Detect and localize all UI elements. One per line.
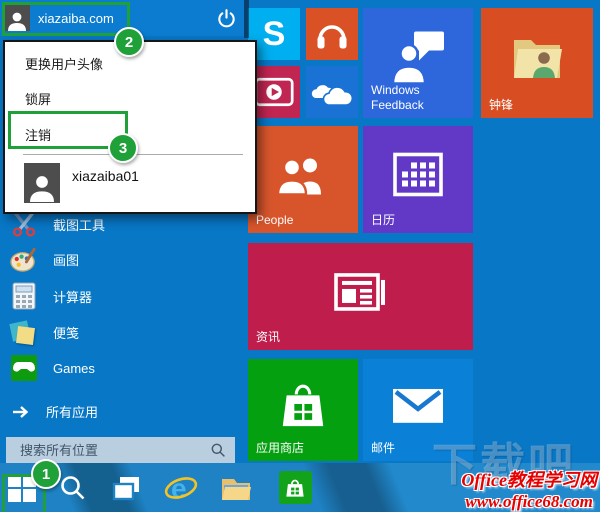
video-player-icon — [254, 77, 294, 107]
store-button[interactable] — [276, 463, 314, 512]
power-icon — [217, 8, 235, 27]
person-icon — [30, 176, 54, 202]
annotation-box-user — [2, 2, 130, 36]
task-view-button[interactable] — [108, 463, 144, 512]
tile-people[interactable]: People — [248, 126, 358, 233]
tile-label: Windows Feedback — [371, 83, 424, 112]
app-item-games[interactable]: Games — [10, 352, 95, 384]
sticky-notes-icon — [9, 319, 37, 346]
skype-icon: S — [262, 15, 286, 53]
start-menu-screen: xiazaiba.com 截图工具 画图 计算器 便笺 Games 所有应用 搜… — [0, 0, 600, 512]
site-watermark: Office教程学习网 www.office68.com — [461, 466, 597, 512]
internet-explorer-button[interactable]: e — [162, 463, 200, 512]
tile-user-folder[interactable]: 钟锋 — [481, 8, 593, 118]
search-icon — [60, 476, 84, 500]
tile-news[interactable]: 资讯 — [248, 243, 473, 350]
search-icon — [211, 443, 225, 457]
snipping-tool-icon — [10, 211, 37, 238]
panel-edge-shadow — [244, 0, 249, 38]
tile-label: 钟锋 — [489, 98, 514, 112]
menu-item-lock[interactable]: 锁屏 — [25, 89, 51, 108]
calculator-icon — [10, 282, 37, 310]
paint-icon — [10, 246, 37, 273]
app-item-label: 画图 — [53, 252, 80, 268]
app-item-sticky-notes[interactable]: 便笺 — [9, 316, 80, 348]
annotation-step-3: 3 — [108, 133, 138, 163]
tile-windows-feedback[interactable]: Windows Feedback — [363, 8, 473, 118]
user-folder-icon — [514, 40, 562, 78]
menu-item-other-account[interactable]: xiazaiba01 — [24, 163, 139, 203]
folder-icon — [222, 479, 251, 500]
all-apps-label: 所有应用 — [46, 405, 99, 420]
tile-label: 应用商店 — [256, 441, 305, 455]
tile-label: 日历 — [371, 213, 396, 227]
games-icon — [10, 355, 37, 382]
app-item-label: 计算器 — [53, 289, 93, 305]
task-view-icon — [112, 476, 139, 500]
tile-label: 资讯 — [256, 330, 281, 344]
tile-calendar[interactable]: 日历 — [363, 126, 473, 233]
app-item-calculator[interactable]: 计算器 — [10, 280, 92, 312]
all-apps-button[interactable]: 所有应用 — [12, 402, 98, 421]
app-item-label: 便笺 — [53, 325, 80, 341]
store-icon — [278, 471, 312, 504]
onedrive-icon — [311, 85, 353, 106]
menu-item-change-picture[interactable]: 更换用户头像 — [25, 54, 103, 73]
annotation-step-2: 2 — [114, 27, 144, 57]
tile-store[interactable]: 应用商店 — [248, 359, 358, 461]
power-button[interactable] — [212, 5, 240, 31]
watermark-line2: www.office68.com — [465, 492, 593, 511]
tile-label: People — [256, 213, 294, 227]
account-name-label: xiazaiba01 — [72, 168, 139, 184]
store-bag-icon — [282, 384, 324, 427]
people-icon — [276, 157, 321, 194]
headphones-icon — [317, 25, 347, 49]
news-icon — [333, 272, 385, 311]
search-input[interactable] — [6, 442, 210, 458]
account-avatar — [24, 163, 60, 203]
file-explorer-button[interactable] — [217, 463, 255, 512]
watermark-line1: Office教程学习网 — [461, 470, 597, 490]
tile-onedrive[interactable] — [306, 66, 358, 118]
feedback-icon — [391, 31, 444, 84]
app-item-paint[interactable]: 画图 — [10, 243, 79, 275]
tile-music[interactable] — [306, 8, 358, 60]
mail-envelope-icon — [393, 388, 443, 423]
annotation-step-1: 1 — [31, 459, 61, 489]
app-item-label: 截图工具 — [53, 217, 106, 233]
arrow-right-icon — [13, 405, 29, 418]
internet-explorer-icon: e — [164, 473, 198, 504]
calendar-icon — [393, 152, 443, 196]
app-item-label: Games — [53, 360, 95, 376]
